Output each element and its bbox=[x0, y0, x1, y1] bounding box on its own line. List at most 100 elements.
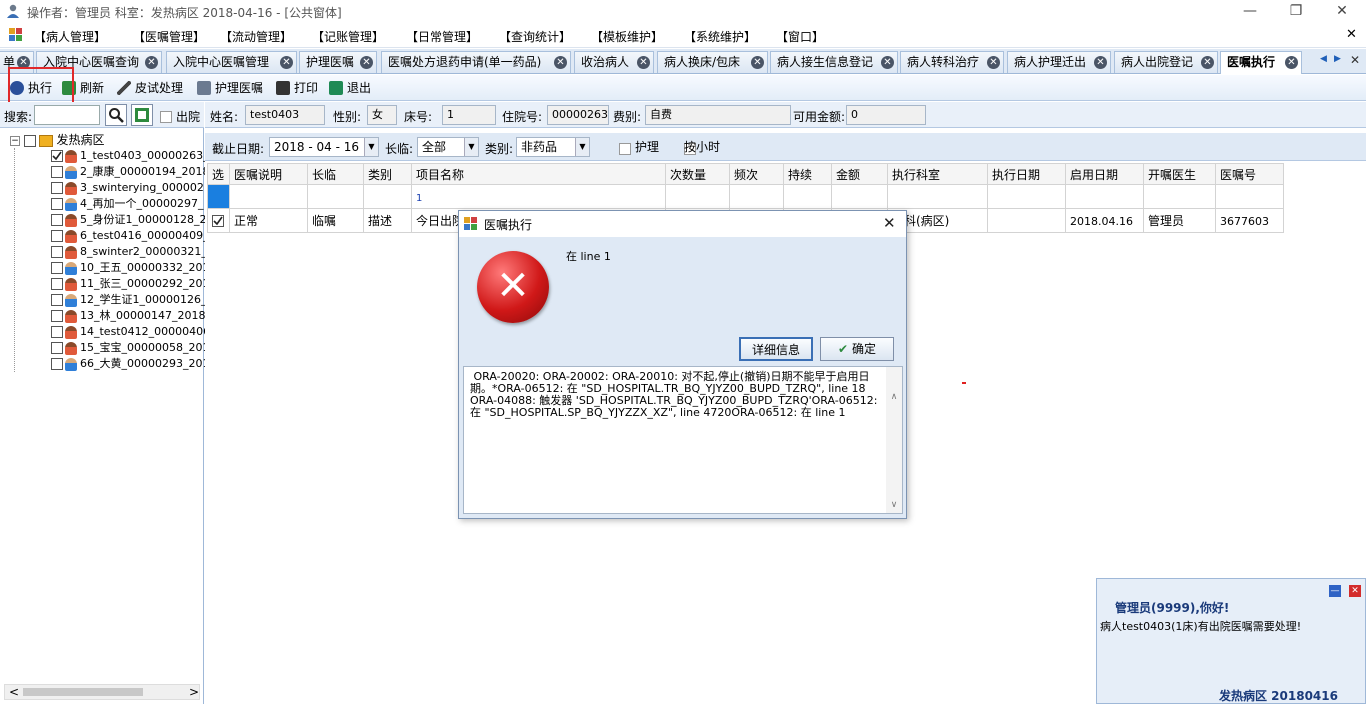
menu-daily-management[interactable]: 【日常管理】 bbox=[406, 28, 478, 45]
scroll-right-icon[interactable]: > bbox=[189, 685, 199, 699]
details-button[interactable]: 详细信息 bbox=[739, 337, 813, 361]
patient-checkbox[interactable] bbox=[51, 342, 63, 354]
tree-patient-item[interactable]: 3_swinterying_000002 bbox=[51, 180, 204, 196]
tree-root-checkbox[interactable] bbox=[23, 135, 36, 147]
tab-close-icon[interactable]: ✕ bbox=[987, 56, 1000, 69]
menu-patient-management[interactable]: 【病人管理】 bbox=[34, 28, 106, 45]
tab-nursing-order[interactable]: 护理医嘱 ✕ bbox=[299, 51, 377, 73]
patient-checkbox[interactable] bbox=[51, 246, 63, 258]
menu-billing-management[interactable]: 【记账管理】 bbox=[312, 28, 384, 45]
tab-order-execution[interactable]: 医嘱执行 ✕ bbox=[1220, 51, 1302, 74]
menu-order-management[interactable]: 【医嘱管理】 bbox=[133, 28, 205, 45]
tree-patient-item[interactable]: 1_test0403_00000263_ bbox=[51, 148, 209, 164]
column-header[interactable]: 执行科室 bbox=[887, 163, 988, 185]
scrollbar-thumb[interactable] bbox=[23, 688, 143, 696]
tree-root[interactable]: − 发热病区 bbox=[10, 132, 204, 148]
tree-patient-item[interactable]: 13_林_00000147_20180 bbox=[51, 308, 212, 324]
notify-minimize-icon[interactable]: — bbox=[1329, 585, 1341, 597]
patient-checkbox[interactable] bbox=[51, 262, 63, 274]
column-header[interactable]: 频次 bbox=[729, 163, 784, 185]
tree-patient-item[interactable]: 14_test0412_00000406 bbox=[51, 324, 210, 340]
table-cell[interactable] bbox=[207, 208, 230, 233]
column-header[interactable]: 次数量 bbox=[665, 163, 730, 185]
tree-patient-item[interactable]: 15_宝宝_00000058_201 bbox=[51, 340, 209, 356]
table-cell[interactable] bbox=[207, 184, 230, 209]
ok-button[interactable]: ✔ 确定 bbox=[820, 337, 894, 361]
search-input[interactable] bbox=[34, 105, 100, 125]
exit-button[interactable]: 退出 bbox=[329, 79, 371, 97]
tab-birth-registration[interactable]: 病人接生信息登记 ✕ bbox=[770, 51, 898, 73]
column-header[interactable]: 类别 bbox=[363, 163, 412, 185]
patient-checkbox[interactable] bbox=[51, 278, 63, 290]
discharge-checkbox[interactable] bbox=[160, 110, 172, 123]
menu-query-statistics[interactable]: 【查询统计】 bbox=[499, 28, 571, 45]
dropdown-arrow-icon[interactable]: ▼ bbox=[575, 138, 589, 156]
column-header[interactable]: 医嘱说明 bbox=[229, 163, 308, 185]
scroll-left-icon[interactable]: < bbox=[9, 685, 19, 699]
tab-admit-patient[interactable]: 收治病人 ✕ bbox=[574, 51, 654, 73]
patient-checkbox[interactable] bbox=[51, 214, 63, 226]
nursing-checkbox[interactable] bbox=[619, 142, 631, 155]
tab-discharge-registration[interactable]: 病人出院登记 ✕ bbox=[1114, 51, 1218, 73]
tab-scroll-right-icon[interactable]: ▶ bbox=[1334, 54, 1341, 64]
tab-close-icon[interactable]: ✕ bbox=[637, 56, 650, 69]
patient-checkbox[interactable] bbox=[51, 310, 63, 322]
column-header[interactable]: 医嘱号 bbox=[1215, 163, 1284, 185]
row-select-checkbox[interactable] bbox=[212, 215, 224, 227]
tab-nursing-transfer-out[interactable]: 病人护理迁出 ✕ bbox=[1007, 51, 1111, 73]
category-select[interactable]: 非药品 ▼ bbox=[516, 137, 590, 157]
tree-patient-item[interactable]: 10_王五_00000332_201 bbox=[51, 260, 209, 276]
deadline-date-picker[interactable]: 2018 - 04 - 16 ▼ bbox=[269, 137, 379, 157]
column-header[interactable]: 开嘱医生 bbox=[1143, 163, 1216, 185]
tree-patient-item[interactable]: 12_学生证1_00000126_ bbox=[51, 292, 206, 308]
column-header[interactable]: 执行日期 bbox=[987, 163, 1066, 185]
column-header[interactable]: 长临 bbox=[307, 163, 364, 185]
column-header[interactable]: 持续 bbox=[783, 163, 832, 185]
menu-system-maintenance[interactable]: 【系统维护】 bbox=[684, 28, 756, 45]
tab-drug-return-request[interactable]: 医嘱处方退药申请(单一药品) ✕ bbox=[381, 51, 571, 73]
tab-close-icon[interactable]: ✕ bbox=[360, 56, 373, 69]
tree-patient-item[interactable]: 66_大黄_00000293_201 bbox=[51, 356, 209, 372]
tab-department-transfer[interactable]: 病人转科治疗 ✕ bbox=[900, 51, 1004, 73]
tab-close-icon[interactable]: ✕ bbox=[751, 56, 764, 69]
tab-close-icon[interactable]: ✕ bbox=[881, 56, 894, 69]
menu-window[interactable]: 【窗口】 bbox=[776, 28, 824, 45]
tree-patient-item[interactable]: 6_test0416_00000409_ bbox=[51, 228, 209, 244]
column-header[interactable]: 选 bbox=[207, 163, 230, 185]
patient-checkbox[interactable] bbox=[51, 230, 63, 242]
tree-patient-item[interactable]: 11_张三_00000292_201 bbox=[51, 276, 209, 292]
dropdown-arrow-icon[interactable]: ▼ bbox=[464, 138, 478, 156]
tree-patient-item[interactable]: 5_身份证1_00000128_2 bbox=[51, 212, 206, 228]
app-menu-icon[interactable] bbox=[9, 28, 23, 42]
patient-checkbox[interactable] bbox=[51, 358, 63, 370]
patient-checkbox[interactable] bbox=[51, 182, 63, 194]
tab-close-icon[interactable]: ✕ bbox=[1285, 56, 1298, 69]
detail-scrollbar[interactable]: ∧ ∨ bbox=[886, 367, 902, 513]
tab-close-icon[interactable]: ✕ bbox=[145, 56, 158, 69]
minimize-button[interactable]: — bbox=[1240, 2, 1260, 20]
patient-checkbox[interactable] bbox=[51, 150, 63, 162]
nursing-order-button[interactable]: 护理医嘱 bbox=[197, 79, 263, 97]
tab-change-bed[interactable]: 病人换床/包床 ✕ bbox=[657, 51, 768, 73]
tab-scroll-left-icon[interactable]: ◀ bbox=[1320, 54, 1327, 64]
column-header[interactable]: 项目名称 bbox=[411, 163, 666, 185]
refresh-tree-button[interactable] bbox=[131, 104, 153, 126]
table-row[interactable]: 1 bbox=[207, 184, 1284, 209]
tree-patient-item[interactable]: 8_swinter2_00000321_ bbox=[51, 244, 207, 260]
column-header[interactable]: 金额 bbox=[831, 163, 888, 185]
close-window-button[interactable]: ✕ bbox=[1332, 2, 1352, 20]
tab-close-all-icon[interactable]: ✕ bbox=[1350, 53, 1360, 67]
tab-close-icon[interactable]: ✕ bbox=[554, 56, 567, 69]
menu-flow-management[interactable]: 【流动管理】 bbox=[220, 28, 292, 45]
tab-close-icon[interactable]: ✕ bbox=[1094, 56, 1107, 69]
tree-patient-item[interactable]: 2_康康_00000194_2018 bbox=[51, 164, 209, 180]
scroll-up-icon[interactable]: ∧ bbox=[886, 391, 902, 403]
tree-patient-item[interactable]: 4_再加一个_00000297_ bbox=[51, 196, 204, 212]
tab-close-icon[interactable]: ✕ bbox=[280, 56, 293, 69]
skin-test-button[interactable]: 皮试处理 bbox=[117, 79, 183, 97]
tab-admission-order-management[interactable]: 入院中心医嘱管理 ✕ bbox=[166, 51, 297, 73]
collapse-icon[interactable]: − bbox=[10, 136, 20, 146]
patient-checkbox[interactable] bbox=[51, 166, 63, 178]
patient-checkbox[interactable] bbox=[51, 294, 63, 306]
menu-template-maintenance[interactable]: 【模板维护】 bbox=[591, 28, 663, 45]
